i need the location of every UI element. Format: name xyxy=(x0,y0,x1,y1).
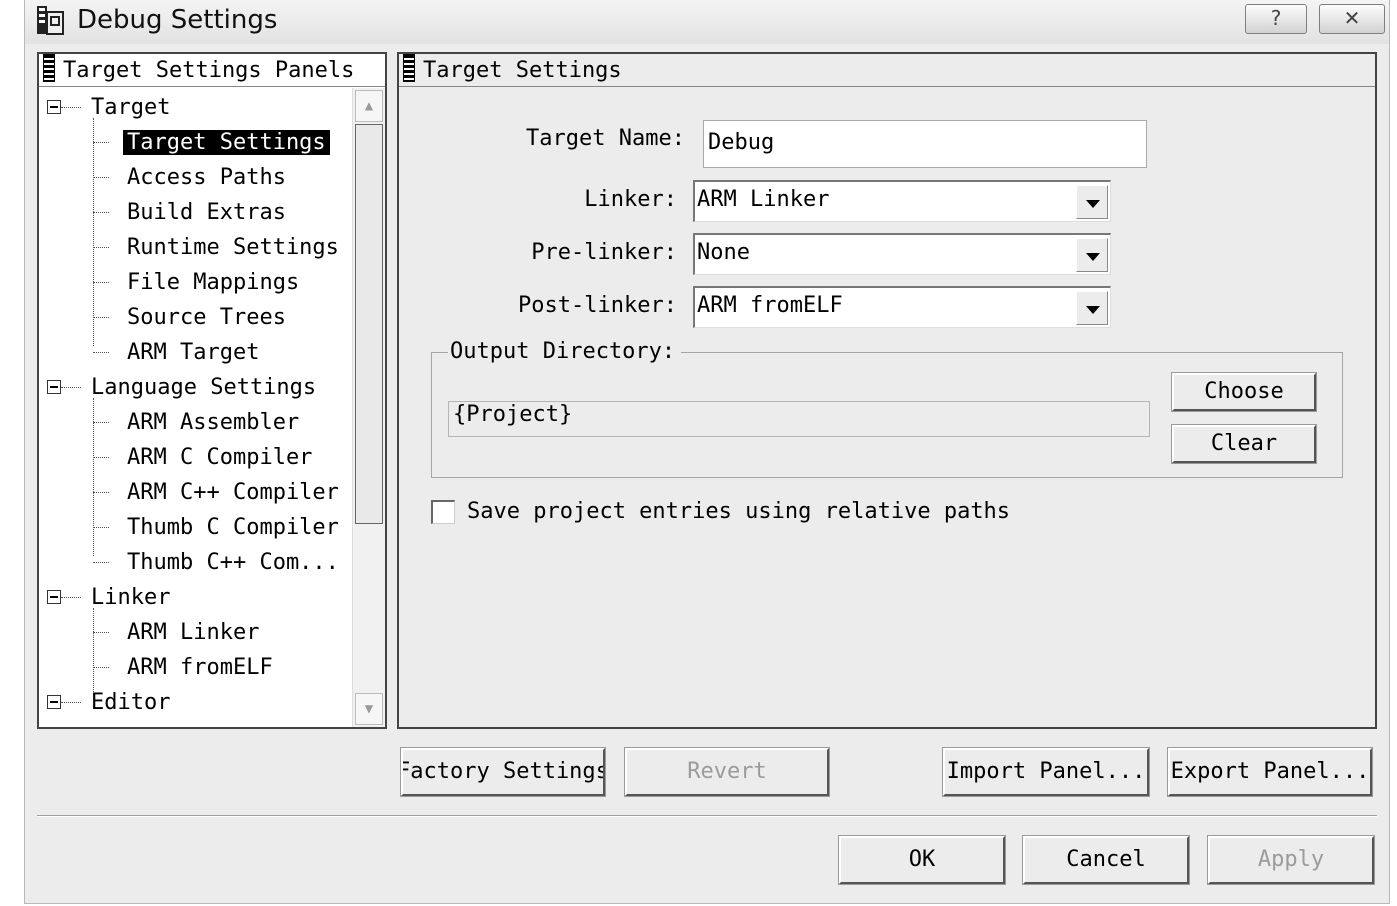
choose-button[interactable]: Choose xyxy=(1171,372,1317,412)
tree-item-arm-fromelf[interactable]: ARM fromELF xyxy=(127,650,273,685)
prelinker-selected-value: None xyxy=(697,240,750,265)
tree-connector xyxy=(93,282,109,283)
tree-connector xyxy=(93,527,109,528)
relative-paths-checkbox[interactable] xyxy=(431,500,455,524)
factory-settings-button[interactable]: Factory Settings xyxy=(400,747,606,797)
title-bar: Debug Settings ? ✕ xyxy=(25,0,1389,44)
tree-item-target[interactable]: Target xyxy=(91,90,170,125)
output-directory-group: Output Directory: {Project} Choose Clear xyxy=(431,337,1343,478)
tree-item-linker[interactable]: Linker xyxy=(91,580,170,615)
ok-button[interactable]: OK xyxy=(838,835,1006,885)
tree-item-target-settings[interactable]: Target Settings xyxy=(123,125,330,160)
collapse-language-settings-icon[interactable] xyxy=(47,380,61,394)
window-title: Debug Settings xyxy=(77,5,278,35)
tree-connector xyxy=(93,457,109,458)
left-panel-header: Target Settings Panels xyxy=(39,54,385,87)
tree-item-arm-linker[interactable]: ARM Linker xyxy=(127,615,259,650)
prelinker-select[interactable]: None xyxy=(693,233,1111,275)
panel-header-icon xyxy=(43,54,55,82)
tree-connector xyxy=(61,702,81,703)
close-button[interactable]: ✕ xyxy=(1319,4,1385,34)
tree-item-arm-target[interactable]: ARM Target xyxy=(127,335,259,370)
settings-window-icon xyxy=(37,6,64,35)
chevron-down-icon[interactable] xyxy=(1076,185,1108,219)
tree-connector xyxy=(93,608,94,696)
tree-connector xyxy=(61,107,81,108)
linker-selected-value: ARM Linker xyxy=(697,187,830,212)
chevron-down-icon[interactable] xyxy=(1076,238,1108,272)
prelinker-label: Pre-linker: xyxy=(531,240,677,265)
tree-item-language-settings[interactable]: Language Settings xyxy=(91,370,316,405)
tree-connector xyxy=(93,118,94,346)
clear-button[interactable]: Clear xyxy=(1171,424,1317,464)
tree-connector xyxy=(93,317,109,318)
postlinker-select[interactable]: ARM fromELF xyxy=(693,286,1111,328)
tree-item-thumb-c-compiler[interactable]: Thumb C Compiler xyxy=(127,510,339,545)
tree-connector xyxy=(93,492,109,493)
tree-connector xyxy=(93,422,109,423)
tree-connector xyxy=(93,352,109,353)
tree-item-arm-assembler[interactable]: ARM Assembler xyxy=(127,405,299,440)
tree-connector xyxy=(93,247,109,248)
dialog-separator xyxy=(37,815,1377,817)
target-name-label: Target Name: xyxy=(526,126,685,151)
linker-label: Linker: xyxy=(584,187,677,212)
output-directory-value: {Project} xyxy=(448,401,1150,437)
selected-item-label: Target Settings xyxy=(123,130,330,155)
revert-button[interactable]: Revert xyxy=(624,747,830,797)
linker-select[interactable]: ARM Linker xyxy=(693,180,1111,222)
scroll-up-icon[interactable]: ▲ xyxy=(355,90,383,122)
apply-button[interactable]: Apply xyxy=(1207,835,1375,885)
tree-item-source-trees[interactable]: Source Trees xyxy=(127,300,286,335)
target-settings-panel: Target Settings Target Name: Debug Linke… xyxy=(397,52,1377,729)
tree-scrollbar[interactable]: ▲ ▼ xyxy=(352,88,385,727)
left-panel-title: Target Settings Panels xyxy=(63,58,355,83)
tree-item-runtime-settings[interactable]: Runtime Settings xyxy=(127,230,339,265)
right-panel-title: Target Settings xyxy=(423,58,622,83)
tree-item-arm-c-compiler[interactable]: ARM C Compiler xyxy=(127,440,312,475)
tree-item-file-mappings[interactable]: File Mappings xyxy=(127,265,299,300)
right-panel-header: Target Settings xyxy=(399,54,1375,87)
relative-paths-label[interactable]: Save project entries using relative path… xyxy=(467,497,1010,527)
import-panel-button[interactable]: Import Panel... xyxy=(942,747,1150,797)
debug-settings-dialog: Debug Settings ? ✕ Target Settings Panel… xyxy=(24,0,1390,904)
target-settings-panels: Target Settings Panels Target Target Set… xyxy=(37,52,387,729)
panel-header-icon xyxy=(403,54,415,82)
settings-tree: Target Target Settings Access Paths Buil… xyxy=(39,88,355,728)
postlinker-label: Post-linker: xyxy=(518,293,677,318)
target-name-input[interactable]: Debug xyxy=(703,120,1147,168)
cancel-button[interactable]: Cancel xyxy=(1022,835,1190,885)
tree-item-access-paths[interactable]: Access Paths xyxy=(127,160,286,195)
scroll-down-icon[interactable]: ▼ xyxy=(355,693,383,725)
help-button[interactable]: ? xyxy=(1245,4,1307,34)
tree-item-editor[interactable]: Editor xyxy=(91,685,170,720)
chevron-down-icon[interactable] xyxy=(1076,291,1108,325)
collapse-linker-icon[interactable] xyxy=(47,590,61,604)
tree-connector xyxy=(61,387,81,388)
tree-item-arm-cpp-compiler[interactable]: ARM C++ Compiler xyxy=(127,475,339,510)
tree-connector xyxy=(93,142,109,143)
collapse-target-icon[interactable] xyxy=(47,100,61,114)
tree-item-thumb-cpp-compiler[interactable]: Thumb C++ Com... xyxy=(127,545,339,580)
tree-connector xyxy=(93,632,109,633)
tree-connector xyxy=(93,212,109,213)
tree-connector xyxy=(93,177,109,178)
tree-item-build-extras[interactable]: Build Extras xyxy=(127,195,286,230)
collapse-editor-icon[interactable] xyxy=(47,695,61,709)
export-panel-button[interactable]: Export Panel... xyxy=(1167,747,1373,797)
postlinker-selected-value: ARM fromELF xyxy=(697,293,843,318)
tree-connector xyxy=(93,562,109,563)
close-icon: ✕ xyxy=(1343,6,1361,30)
output-directory-label: Output Directory: xyxy=(448,337,682,367)
scrollbar-thumb[interactable] xyxy=(355,124,383,524)
tree-connector xyxy=(93,667,109,668)
tree-connector xyxy=(61,597,81,598)
